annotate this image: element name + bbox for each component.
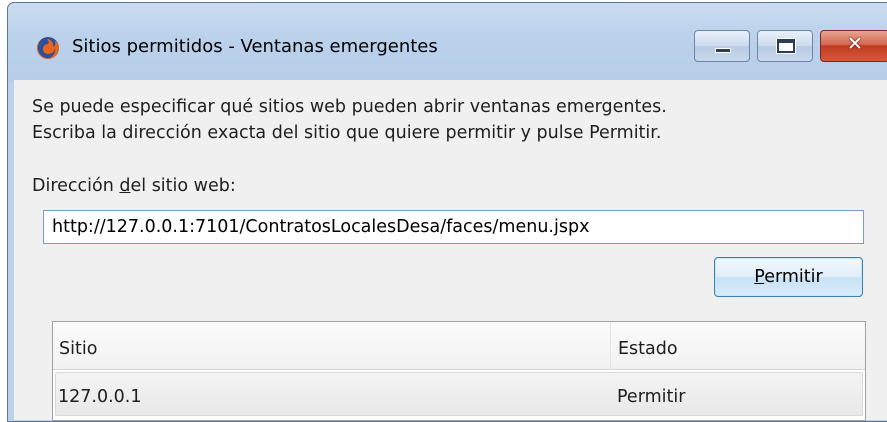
table-row[interactable]: 127.0.0.1 Permitir <box>55 372 863 416</box>
title-bar[interactable]: Sitios permitidos - Ventanas emergentes … <box>8 3 887 83</box>
address-label-mnemonic: d <box>119 176 131 196</box>
description-line-1: Se puede especificar qué sitios web pued… <box>32 97 667 117</box>
address-label-prefix: Dirección <box>32 176 120 196</box>
column-header-site[interactable]: Sitio <box>53 322 611 370</box>
row-site: 127.0.0.1 <box>58 387 142 407</box>
table-header: Sitio Estado <box>53 322 865 370</box>
column-header-status[interactable]: Estado <box>612 322 866 370</box>
firefox-icon <box>37 37 59 59</box>
site-address-input[interactable] <box>43 210 864 244</box>
address-label-suffix: el sitio web: <box>130 176 236 196</box>
minimize-button[interactable] <box>694 30 750 62</box>
window-title: Sitios permitidos - Ventanas emergentes <box>72 36 438 57</box>
allow-button-label: ermitir <box>764 267 823 287</box>
description-line-2: Escriba la dirección exacta del sitio qu… <box>32 123 662 143</box>
maximize-button[interactable] <box>757 30 813 62</box>
row-status: Permitir <box>617 387 686 407</box>
minimize-icon <box>715 48 731 53</box>
address-label: Dirección del sitio web: <box>32 176 236 196</box>
close-button[interactable]: ✕ <box>820 30 887 62</box>
description-text: Se puede especificar qué sitios web pued… <box>32 94 667 146</box>
allow-button-mnemonic: P <box>754 267 765 287</box>
sites-table: Sitio Estado 127.0.0.1 Permitir <box>52 321 866 421</box>
allow-button[interactable]: Permitir <box>714 257 863 297</box>
maximize-icon <box>777 39 795 53</box>
close-icon: ✕ <box>847 33 863 55</box>
